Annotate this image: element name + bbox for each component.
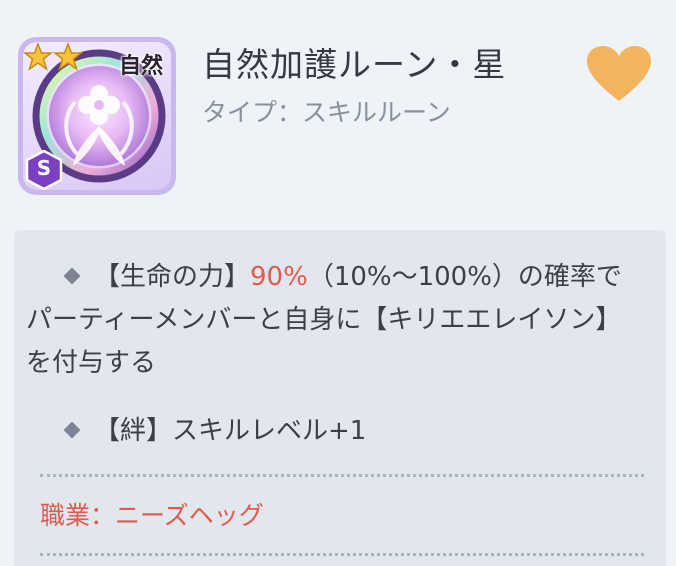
rank-badge: S bbox=[25, 150, 63, 190]
rune-title: 自然加護ルーン・星 bbox=[202, 45, 507, 84]
job-restriction: 職業：ニーズヘッグ bbox=[40, 501, 264, 530]
dotted-divider bbox=[40, 553, 644, 556]
effect-text: 【絆】スキルレベル+1 bbox=[94, 416, 367, 446]
effect-highlight-value: 90% bbox=[250, 262, 308, 292]
rune-type: タイプ：スキルルーン bbox=[202, 98, 451, 127]
rune-icon-frame[interactable]: 自然 S bbox=[18, 37, 176, 195]
bullet-diamond-icon bbox=[63, 421, 81, 439]
rarity-stars bbox=[23, 42, 83, 71]
star-icon bbox=[52, 42, 83, 71]
effect-prefix: 【生命の力】 bbox=[94, 262, 251, 292]
attribute-tag: 自然 bbox=[118, 54, 163, 79]
effect-item: 【生命の力】90%（10%～100%）の確率でパーティーメンバーと自身に【キリエ… bbox=[26, 256, 636, 385]
rank-letter: S bbox=[36, 156, 52, 180]
rune-icon: 自然 S bbox=[23, 42, 171, 190]
heart-icon[interactable] bbox=[585, 44, 653, 104]
dotted-divider bbox=[40, 474, 644, 477]
bullet-diamond-icon bbox=[63, 267, 81, 285]
effect-item: 【絆】スキルレベル+1 bbox=[26, 410, 636, 453]
rune-detail-page: 自然 S 自然加護ルーン・星 タイプ：スキルルーン 【生命の力】90%（10%～… bbox=[0, 0, 676, 566]
star-icon bbox=[23, 42, 54, 71]
